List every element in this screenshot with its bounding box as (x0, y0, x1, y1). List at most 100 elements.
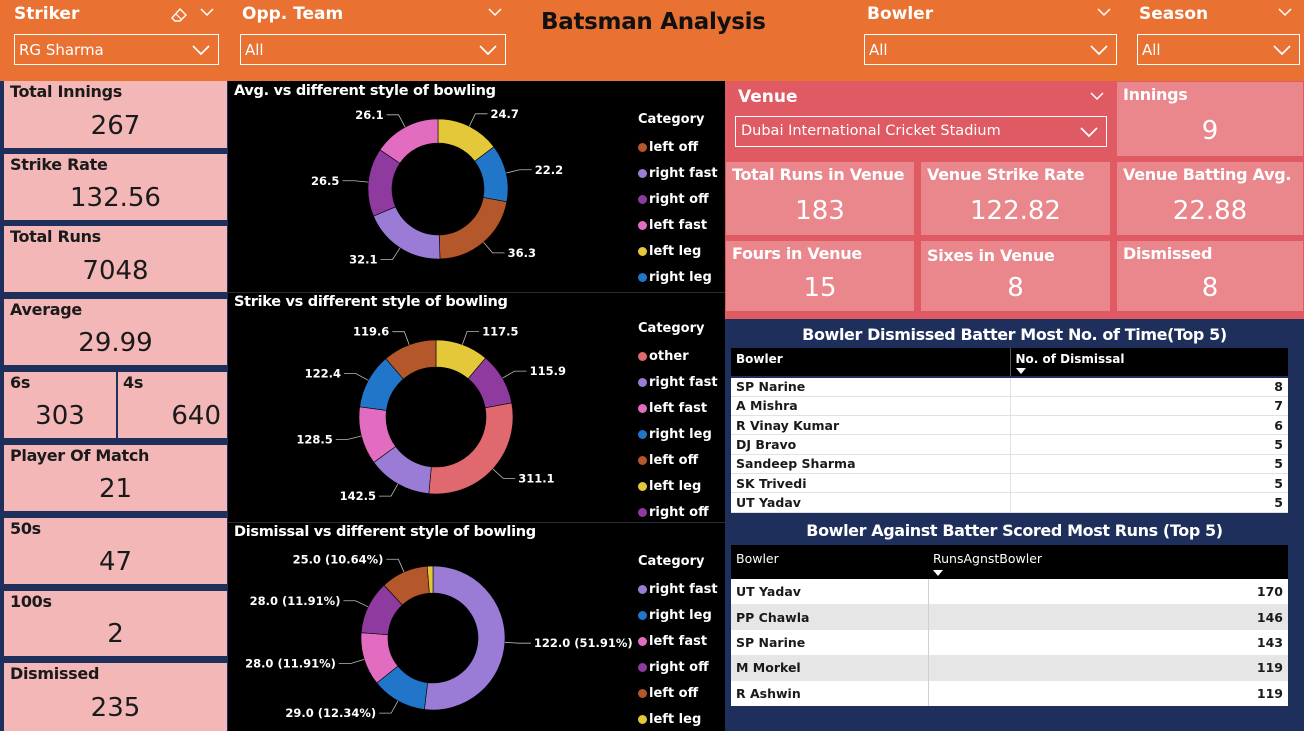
chevron-down-icon[interactable] (199, 6, 215, 18)
venue-slicer-label: Venue (738, 87, 798, 107)
kpi-value: 132.56 (70, 183, 161, 213)
legend-item-left-leg[interactable]: left leg (638, 706, 718, 731)
table-row[interactable]: PP Chawla 146 (731, 604, 1288, 630)
dismissal-table: Bowler No. of Dismissal SP Narine 8 A Mis… (731, 348, 1288, 513)
opp-team-dropdown[interactable]: All (240, 34, 506, 65)
table-row[interactable]: DJ Bravo 5 (731, 434, 1288, 455)
avg-by-bowling-chart: Avg. vs different style of bowling 24.7 2… (228, 81, 725, 292)
table-row[interactable]: R Vinay Kumar 6 (731, 415, 1288, 436)
slice-data-label: 311.1 (518, 471, 554, 485)
card-value: 8 (1201, 273, 1219, 303)
legend-swatch (638, 584, 647, 594)
table-row[interactable]: UT Yadav 5 (731, 492, 1288, 513)
value-cell: 5 (1009, 454, 1288, 474)
table-row[interactable]: R Ashwin 119 (731, 680, 1288, 706)
legend-swatch (638, 481, 647, 491)
slice-data-label: 26.5 (311, 174, 339, 188)
donut-chart: 122.0 (51.91%) 29.0 (12.34%) 28.0 (11.91%)… (245, 552, 633, 720)
legend-item-left-fast[interactable]: left fast (638, 212, 718, 238)
kpi-value: 2 (107, 619, 124, 649)
slice-leader-line (392, 331, 410, 345)
venue-sixes-card: Sixes in Venue 8 (921, 241, 1110, 311)
dismissal-table-title: Bowler Dismissed Batter Most No. of Time… (802, 325, 1227, 344)
slice-data-label: 28.0 (11.91%) (245, 656, 336, 670)
bowler-dropdown[interactable]: All (864, 34, 1117, 65)
legend-item-left-off[interactable]: left off (638, 680, 718, 706)
slice-leader-line (343, 600, 369, 608)
legend-item-left-off[interactable]: left off (638, 447, 718, 473)
column-header-bowler[interactable]: Bowler (731, 348, 1010, 377)
legend-item-right-off[interactable]: right off (638, 186, 718, 212)
legend-item-right-leg[interactable]: right leg (638, 421, 718, 447)
kpi-player-of-match: Player Of Match 21 (4, 445, 227, 511)
kpi-total-runs: Total Runs 7048 (4, 226, 227, 292)
table-row[interactable]: Sandeep Sharma 5 (731, 454, 1288, 474)
legend-item-right-leg[interactable]: right leg (638, 264, 718, 290)
legend-item-right-fast[interactable]: right fast (638, 369, 718, 395)
slice-leader-line (335, 435, 362, 440)
eraser-icon[interactable] (168, 4, 190, 24)
slice-left-off[interactable] (438, 197, 508, 260)
column-header-dismissals[interactable]: No. of Dismissal (1009, 348, 1288, 377)
legend-swatch (638, 351, 647, 361)
table-row[interactable]: UT Yadav 170 (731, 579, 1288, 605)
table-row[interactable]: A Mishra 7 (731, 396, 1288, 417)
legend-item-left-leg[interactable]: left leg (638, 238, 718, 264)
legend-label: left off (649, 452, 699, 468)
chevron-down-icon[interactable] (1277, 6, 1293, 18)
bowler-cell: A Mishra (731, 396, 1010, 417)
table-row[interactable]: M Morkel 119 (731, 655, 1288, 681)
runs-table-title: Bowler Against Batter Scored Most Runs (… (806, 521, 1223, 540)
legend-item-left-leg[interactable]: left leg (638, 473, 718, 499)
column-header-label: RunsAgnstBowler (933, 551, 1043, 566)
kpi-value: 267 (90, 111, 141, 141)
kpi-label: Average (10, 300, 82, 319)
slice-data-label: 142.5 (340, 489, 376, 503)
legend-item-left-fast[interactable]: left fast (638, 395, 718, 421)
column-header-runs[interactable]: RunsAgnstBowler (928, 545, 1288, 579)
legend-label: right off (649, 191, 709, 207)
slice-right-fast[interactable] (373, 206, 441, 260)
table-row[interactable]: SP Narine 143 (731, 629, 1288, 656)
bowler-cell: UT Yadav (731, 579, 928, 605)
table-row[interactable]: SK Trivedi 5 (731, 473, 1288, 494)
value-cell: 5 (1009, 473, 1288, 494)
strike-by-bowling-chart: Strike vs different style of bowling 117… (228, 292, 725, 522)
season-slicer-label: Season (1139, 4, 1209, 24)
legend-label: right fast (649, 374, 718, 390)
season-dropdown[interactable]: All (1137, 34, 1300, 65)
slice-leader-line (492, 468, 516, 479)
slice-data-label: 128.5 (296, 432, 332, 446)
value-cell: 8 (1009, 375, 1288, 397)
slice-other[interactable] (428, 402, 514, 495)
legend-swatch (638, 714, 647, 724)
legend-item-left-fast[interactable]: left fast (638, 628, 718, 654)
legend-item-right-fast[interactable]: right fast (638, 160, 718, 186)
legend-label: left fast (649, 217, 708, 233)
legend-title: Category (638, 112, 705, 127)
chevron-down-icon[interactable] (1096, 6, 1112, 18)
chevron-down-icon[interactable] (1089, 90, 1105, 102)
kpi-strike-rate: Strike Rate 132.56 (4, 154, 227, 220)
card-value: 183 (795, 196, 845, 226)
column-header-bowler[interactable]: Bowler (731, 545, 928, 579)
striker-dropdown[interactable]: RG Sharma (14, 34, 219, 65)
bowler-cell: PP Chawla (731, 604, 928, 630)
legend-item-right-leg[interactable]: right leg (638, 602, 718, 628)
value-cell: 5 (1009, 434, 1288, 455)
legend-item-other[interactable]: other (638, 343, 718, 369)
kpi-value: 235 (90, 693, 141, 723)
runs-table: Bowler RunsAgnstBowler UT Yadav 170 PP Ch… (731, 545, 1288, 706)
legend-item-left-off[interactable]: left off (638, 134, 718, 160)
chevron-down-icon[interactable] (487, 6, 503, 18)
legend-item-right-off[interactable]: right off (638, 654, 718, 680)
slice-right-fast[interactable] (424, 565, 506, 711)
legend-item-right-fast[interactable]: right fast (638, 576, 718, 602)
bowler-selected-value: All (869, 41, 888, 59)
donut-chart: 24.7 22.2 36.3 32.1 26.5 26.1 (311, 107, 563, 267)
table-row[interactable]: SP Narine 8 (731, 375, 1288, 397)
slice-data-label: 29.0 (12.34%) (285, 706, 376, 720)
venue-dropdown[interactable]: Dubai International Cricket Stadium (735, 116, 1107, 147)
striker-selected-value: RG Sharma (19, 41, 104, 59)
legend-label: right leg (649, 607, 712, 623)
